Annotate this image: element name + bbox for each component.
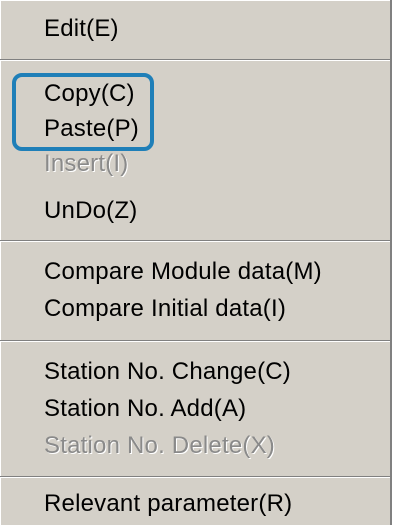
context-menu: Edit(E) Copy(C) Paste(P) Insert(I) UnDo(… bbox=[0, 0, 392, 525]
menu-item-compare-module-data[interactable]: Compare Module data(M) bbox=[44, 257, 322, 287]
menu-item-undo[interactable]: UnDo(Z) bbox=[44, 196, 137, 226]
menu-separator bbox=[0, 240, 390, 242]
menu-item-station-no-change[interactable]: Station No. Change(C) bbox=[44, 357, 291, 387]
menu-item-station-no-add[interactable]: Station No. Add(A) bbox=[44, 394, 246, 424]
menu-separator bbox=[0, 476, 390, 478]
menu-item-compare-initial-data[interactable]: Compare Initial data(I) bbox=[44, 294, 286, 324]
menu-separator bbox=[0, 340, 390, 342]
menu-item-insert: Insert(I) bbox=[44, 150, 129, 177]
menu-item-edit[interactable]: Edit(E) bbox=[44, 14, 119, 44]
menu-item-station-no-delete: Station No. Delete(X) bbox=[44, 432, 275, 459]
menu-item-relevant-parameter[interactable]: Relevant parameter(R) bbox=[44, 489, 292, 519]
copy-paste-highlight-outline bbox=[12, 73, 154, 151]
menu-separator bbox=[0, 59, 390, 61]
